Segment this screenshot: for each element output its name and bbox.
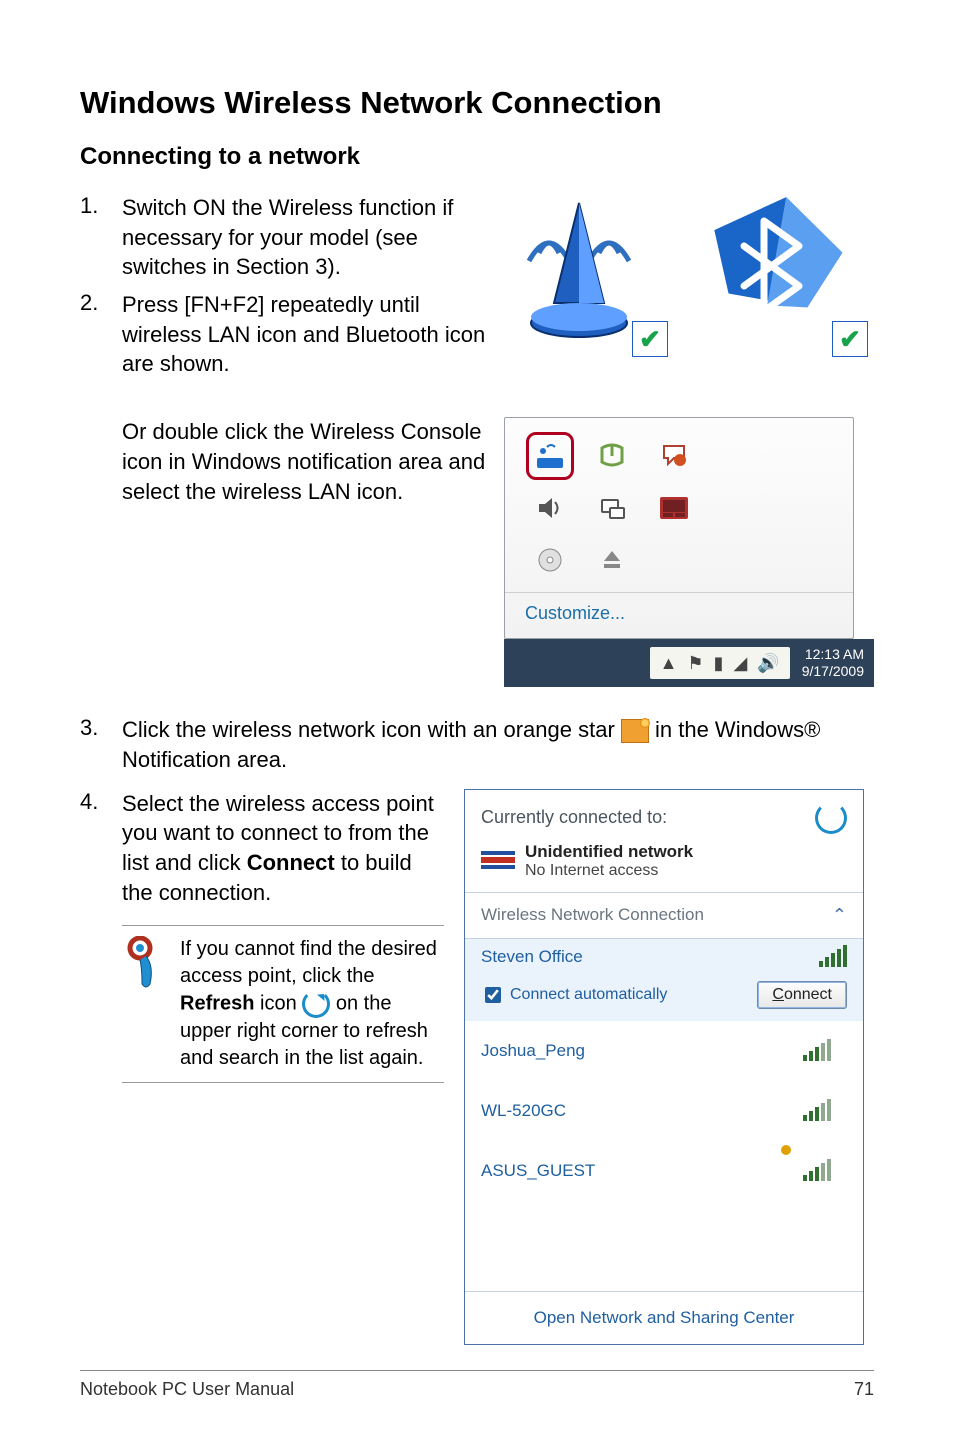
checkmark-icon: ✔ <box>832 321 868 357</box>
tip-icon <box>122 936 166 1072</box>
currently-connected-label: Currently connected to: <box>481 807 667 828</box>
current-network-icon <box>481 847 515 875</box>
wireless-console-icon[interactable] <box>526 432 574 480</box>
volume-icon[interactable] <box>533 491 567 525</box>
network-tray-icon[interactable]: ◢ <box>733 653 747 674</box>
wireless-lan-image: ✔ <box>504 183 664 353</box>
clock-time: 12:13 AM <box>802 646 864 663</box>
chevron-up-icon[interactable]: ▲ <box>660 653 678 674</box>
network-icon[interactable] <box>595 491 629 525</box>
collapse-icon[interactable]: ⌃ <box>832 905 847 926</box>
clock-date: 9/17/2009 <box>802 663 864 680</box>
network-item-label: Steven Office <box>481 947 583 967</box>
checkmark-icon: ✔ <box>632 321 668 357</box>
refresh-icon <box>302 990 330 1018</box>
volume-tray-icon[interactable]: 🔊 <box>757 653 779 674</box>
footer-title: Notebook PC User Manual <box>80 1379 294 1400</box>
battery-icon[interactable]: ▮ <box>714 653 724 674</box>
signal-icon <box>819 947 847 967</box>
connect-auto-checkbox[interactable]: Connect automatically <box>481 984 667 1006</box>
wireless-star-icon <box>621 719 649 743</box>
step-2-text: Press [FN+F2] repeatedly until wireless … <box>122 290 494 379</box>
disc-icon[interactable] <box>533 543 567 577</box>
network-item-asus-guest[interactable]: ASUS_GUEST <box>465 1141 863 1201</box>
open-network-center-link[interactable]: Open Network and Sharing Center <box>465 1291 863 1344</box>
page-title: Windows Wireless Network Connection <box>80 85 874 121</box>
network-item-wl520gc[interactable]: WL-520GC <box>465 1081 863 1141</box>
power-icon[interactable] <box>595 439 629 473</box>
eject-icon[interactable] <box>595 543 629 577</box>
step-1-text: Switch ON the Wireless function if neces… <box>122 193 494 282</box>
step-4-text: Select the wireless access point you wan… <box>122 789 444 908</box>
step-3-number: 3. <box>80 715 122 741</box>
page-number: 71 <box>854 1379 874 1400</box>
wireless-section-label: Wireless Network Connection <box>481 905 704 926</box>
signal-icon <box>787 1089 847 1133</box>
current-network-name: Unidentified network <box>525 842 693 862</box>
customize-link[interactable]: Customize... <box>505 592 853 638</box>
action-center-icon[interactable] <box>657 439 691 473</box>
wireless-console-text: Or double click the Wireless Console ico… <box>80 417 504 687</box>
touchpad-icon[interactable] <box>657 491 691 525</box>
bluetooth-image: ✔ <box>704 183 864 353</box>
network-item-label: ASUS_GUEST <box>481 1161 595 1181</box>
tip-text: If you cannot find the desired access po… <box>180 936 444 1072</box>
step-2-number: 2. <box>80 290 122 316</box>
network-item-steven-office[interactable]: Steven Office <box>465 939 863 975</box>
network-item-label: WL-520GC <box>481 1101 566 1121</box>
taskbar-clock[interactable]: 12:13 AM 9/17/2009 <box>802 646 864 680</box>
network-flyout: Currently connected to: Unidentified net… <box>464 789 864 1345</box>
current-network-status: No Internet access <box>525 862 693 880</box>
notification-area-popup: Customize... <box>504 417 854 639</box>
refresh-button[interactable] <box>815 802 847 834</box>
step-3-text: Click the wireless network icon with an … <box>122 715 874 774</box>
system-tray[interactable]: ▲ ⚑ ▮ ◢ 🔊 <box>650 647 790 679</box>
network-item-label: Joshua_Peng <box>481 1041 585 1061</box>
signal-icon <box>787 1149 847 1193</box>
connect-row: Connect automatically Connect <box>465 975 863 1021</box>
network-item-joshua[interactable]: Joshua_Peng <box>465 1021 863 1081</box>
flag-icon[interactable]: ⚑ <box>687 653 703 674</box>
connect-button[interactable]: Connect <box>757 981 847 1009</box>
signal-icon <box>787 1029 847 1073</box>
taskbar: ▲ ⚑ ▮ ◢ 🔊 12:13 AM 9/17/2009 <box>504 639 874 687</box>
section-subtitle: Connecting to a network <box>80 143 874 171</box>
step-1-number: 1. <box>80 193 122 219</box>
step-4-number: 4. <box>80 789 122 815</box>
